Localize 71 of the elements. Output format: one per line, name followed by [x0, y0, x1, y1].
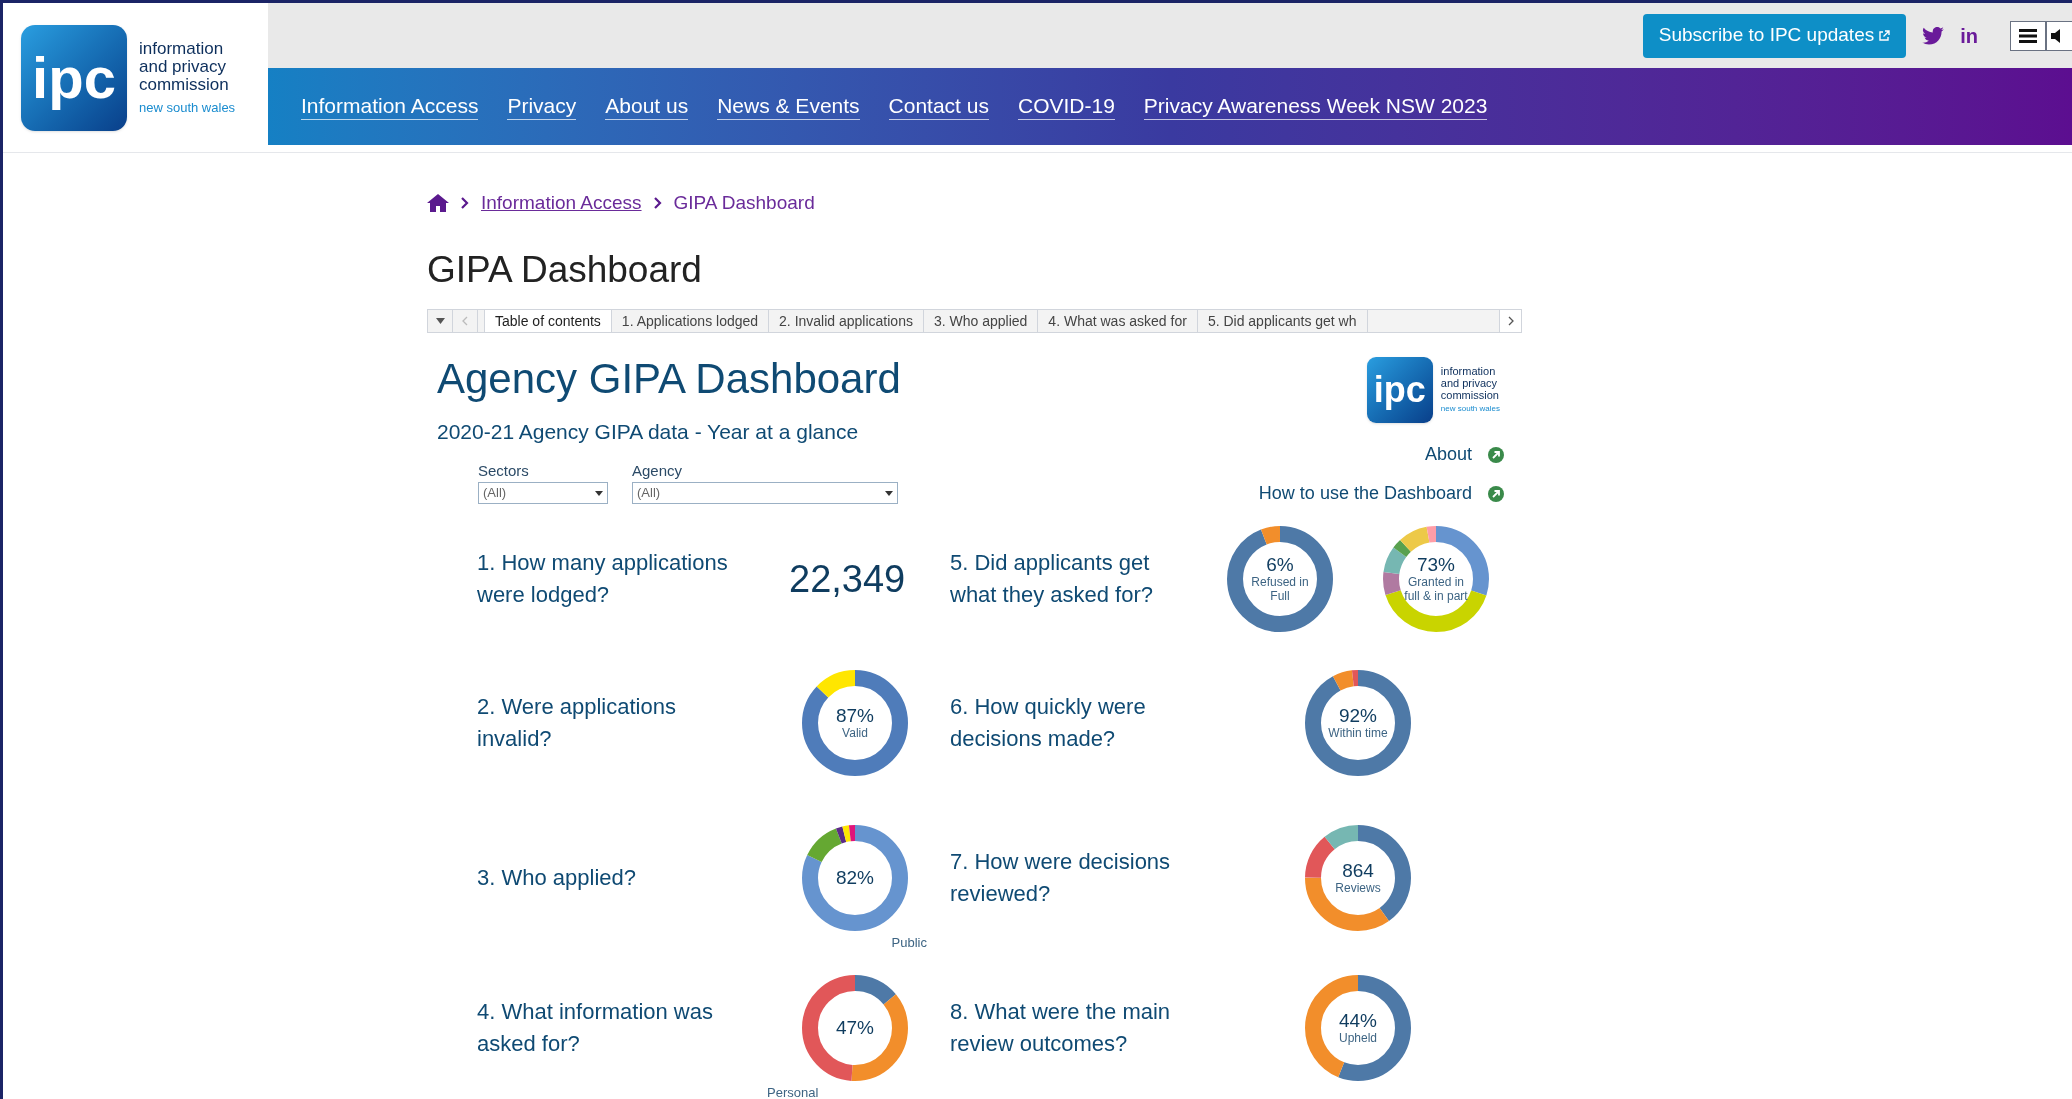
- page-title: GIPA Dashboard: [427, 247, 703, 292]
- logo-tagline: new south wales: [139, 101, 236, 116]
- arrow-circle-icon[interactable]: [1488, 446, 1504, 463]
- twitter-icon[interactable]: [1922, 26, 1945, 45]
- dashboard-title: Agency GIPA Dashboard: [437, 354, 901, 404]
- question-text: 4. What information was asked for?: [477, 998, 714, 1058]
- chevron-right-icon: [1507, 316, 1514, 326]
- nav-link[interactable]: Information Access: [301, 93, 479, 120]
- logo-text: commission: [1440, 389, 1500, 402]
- question-text: 6. How quickly were decisions made?: [950, 693, 1147, 753]
- question-text: 1. How many applications were lodged?: [477, 549, 729, 609]
- breadcrumb-current: GIPA Dashboard: [673, 191, 815, 215]
- logo-text: and privacy: [139, 57, 227, 76]
- donut-value: 47%: [836, 1017, 874, 1039]
- dashboard-subtitle: 2020-21 Agency GIPA data - Year at a glance: [437, 419, 860, 445]
- donut-caption: Refused in Full: [1250, 576, 1310, 604]
- donut-value: 82%: [836, 867, 874, 889]
- dashboard-link[interactable]: About: [1424, 441, 1472, 468]
- applications-count: 22,349: [789, 556, 906, 602]
- donut-value: 44%: [1339, 1010, 1377, 1032]
- home-icon[interactable]: [427, 194, 449, 213]
- logo-tagline: new south wales: [1440, 405, 1500, 414]
- nav-link[interactable]: COVID-19: [1017, 93, 1115, 120]
- donut-caption: Granted in full & in part: [1404, 576, 1468, 604]
- logo-text: information: [1440, 366, 1497, 379]
- donut-caption: Upheld: [1338, 1032, 1378, 1046]
- logo-text: commission: [139, 75, 230, 94]
- external-link-icon: [1878, 29, 1891, 42]
- arrow-circle-icon[interactable]: [1488, 485, 1504, 502]
- donut-value: 73%: [1417, 554, 1455, 577]
- donut-caption: Within time: [1327, 727, 1389, 741]
- caret-icon: [595, 490, 603, 496]
- question-text: 5. Did applicants get what they asked for?: [950, 549, 1154, 609]
- logo-mark: ipc: [21, 24, 127, 131]
- breadcrumb-link[interactable]: Information Access: [481, 189, 642, 218]
- linkedin-icon[interactable]: in: [1960, 20, 1978, 51]
- question-text: 2. Were applications invalid?: [477, 693, 677, 753]
- donut-value: 6%: [1266, 554, 1294, 577]
- donut-value: 864: [1342, 860, 1374, 882]
- donut-note: Public: [891, 933, 927, 952]
- nav-link[interactable]: News & Events: [717, 93, 860, 120]
- nav-link[interactable]: Contact us: [888, 93, 989, 120]
- filter-select[interactable]: (All): [478, 482, 608, 504]
- donut-value: 87%: [836, 705, 874, 727]
- question-text: 8. What were the main review outcomes?: [950, 998, 1172, 1058]
- filter-select[interactable]: (All): [632, 482, 898, 504]
- donut-value: 92%: [1339, 705, 1377, 727]
- donut-caption: Reviews: [1334, 882, 1382, 896]
- chevron-left-icon: [462, 316, 468, 326]
- logo-mark: ipc: [1366, 357, 1433, 423]
- logo-text: information: [139, 39, 225, 58]
- nav-link[interactable]: About us: [605, 93, 689, 120]
- menu-button[interactable]: [2010, 20, 2046, 51]
- donut-note: Personal: [767, 1083, 819, 1099]
- subscribe-button[interactable]: Subscribe to IPC updates: [1642, 13, 1907, 58]
- question-text: 3. Who applied?: [477, 864, 637, 893]
- question-text: 7. How were decisions reviewed?: [950, 848, 1172, 908]
- chevron-icon: [653, 197, 662, 210]
- menu-icon: [2019, 28, 2037, 43]
- tab[interactable]: Table of contents: [485, 310, 612, 332]
- chevron-icon: [461, 197, 469, 210]
- filter-label: Sectors: [478, 460, 530, 481]
- nav-link[interactable]: Privacy Awareness Week NSW 2023: [1143, 93, 1488, 120]
- filter-label: Agency: [632, 460, 684, 481]
- donut-caption: Valid: [841, 727, 869, 741]
- dashboard-link[interactable]: How to use the Dashboard: [1258, 480, 1472, 507]
- caret-icon: [435, 318, 445, 324]
- logo-text: and privacy: [1440, 378, 1499, 390]
- nav-link[interactable]: Privacy: [507, 93, 577, 120]
- caret-icon: [885, 490, 893, 496]
- speaker-button[interactable]: [2046, 20, 2072, 51]
